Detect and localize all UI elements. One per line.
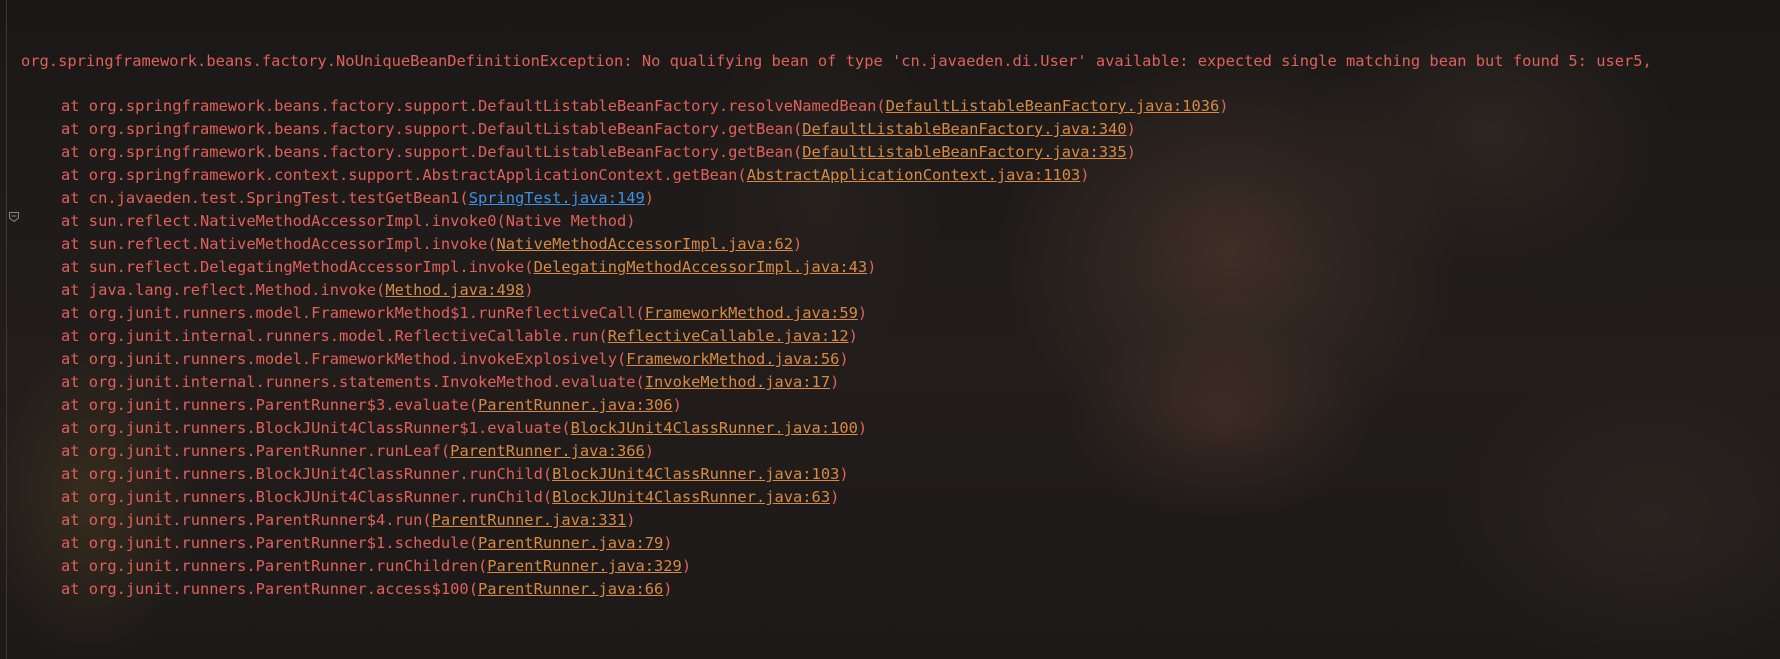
stack-frame-suffix: ) xyxy=(830,488,840,506)
source-link[interactable]: AbstractApplicationContext.java:1103 xyxy=(747,166,1081,184)
stack-frame-suffix: ) xyxy=(839,350,849,368)
stack-frame-line: at org.junit.internal.runners.statements… xyxy=(61,371,839,393)
stack-frame-line: at org.junit.runners.BlockJUnit4ClassRun… xyxy=(61,463,849,485)
stack-frame-text: at sun.reflect.NativeMethodAccessorImpl.… xyxy=(61,235,497,253)
stack-frame-suffix: ) xyxy=(524,281,534,299)
stack-frame-line: at org.junit.runners.model.FrameworkMeth… xyxy=(61,348,849,370)
stack-frame-line: at org.springframework.beans.factory.sup… xyxy=(61,141,1136,163)
stack-frame-line: at org.junit.runners.ParentRunner$1.sche… xyxy=(61,532,673,554)
source-link[interactable]: ReflectiveCallable.java:12 xyxy=(608,327,849,345)
stack-frame-suffix: ) xyxy=(644,189,655,207)
source-link[interactable]: ParentRunner.java:329 xyxy=(487,557,682,575)
exception-header: org.springframework.beans.factory.NoUniq… xyxy=(21,52,1652,70)
stack-frame-text: at org.springframework.context.support.A… xyxy=(61,166,747,184)
stack-frame-text: at org.junit.runners.ParentRunner$1.sche… xyxy=(61,534,478,552)
stack-frame-line: at org.springframework.context.support.A… xyxy=(61,164,1090,186)
stack-frame-suffix: ) xyxy=(839,465,849,483)
stack-frame-suffix: ) xyxy=(830,373,840,391)
stack-frame-text: at org.junit.runners.model.FrameworkMeth… xyxy=(61,304,645,322)
source-link[interactable]: DelegatingMethodAccessorImpl.java:43 xyxy=(534,258,868,276)
stack-frame-suffix: ) xyxy=(663,580,673,598)
stack-frame-suffix: ) xyxy=(681,557,692,575)
stack-frame-text: at org.springframework.beans.factory.sup… xyxy=(61,97,886,115)
stack-frame-text: at cn.javaeden.test.SpringTest.testGetBe… xyxy=(61,189,469,207)
stack-frame-line: at org.junit.runners.ParentRunner.runLea… xyxy=(61,440,654,462)
stack-frame-line: at org.junit.runners.ParentRunner$3.eval… xyxy=(61,394,682,416)
stack-frame-line: at org.junit.internal.runners.model.Refl… xyxy=(61,325,858,347)
source-link[interactable]: ParentRunner.java:79 xyxy=(478,534,663,552)
stack-frame-text: at org.junit.runners.BlockJUnit4ClassRun… xyxy=(61,488,553,506)
source-link[interactable]: DefaultListableBeanFactory.java:340 xyxy=(802,120,1126,138)
stack-frame-text: at org.junit.runners.ParentRunner$3.eval… xyxy=(61,396,478,414)
stack-frame-suffix: ) xyxy=(672,396,682,414)
fold-marker-icon[interactable] xyxy=(8,211,20,223)
stack-frame-text: at org.junit.internal.runners.statements… xyxy=(61,373,645,391)
source-link[interactable]: ParentRunner.java:306 xyxy=(478,396,673,414)
stack-frame-text: at org.springframework.beans.factory.sup… xyxy=(61,120,803,138)
stack-frame-text: at org.junit.runners.ParentRunner.runChi… xyxy=(61,557,488,575)
stack-frame-text: at org.junit.runners.ParentRunner.access… xyxy=(61,580,478,598)
stack-frame-suffix: ) xyxy=(867,258,877,276)
stack-frame-line: at java.lang.reflect.Method.invoke(Metho… xyxy=(61,279,534,301)
source-link[interactable]: BlockJUnit4ClassRunner.java:100 xyxy=(571,419,858,437)
stack-frame-line: at org.junit.runners.ParentRunner$4.run(… xyxy=(61,509,636,531)
stack-frame-suffix: ) xyxy=(1080,166,1090,184)
stack-frame-line: at sun.reflect.NativeMethodAccessorImpl.… xyxy=(61,210,636,232)
stack-frame-line: at org.junit.runners.BlockJUnit4ClassRun… xyxy=(61,486,839,508)
source-link[interactable]: ParentRunner.java:66 xyxy=(478,580,663,598)
stack-frame-suffix: ) xyxy=(793,235,803,253)
stack-frame-text: at org.junit.runners.model.FrameworkMeth… xyxy=(61,350,627,368)
stack-frame-text: at java.lang.reflect.Method.invoke( xyxy=(61,281,386,299)
stack-frame-suffix: ) xyxy=(626,511,636,529)
stack-frame-text: at org.junit.runners.BlockJUnit4ClassRun… xyxy=(61,465,553,483)
console-output-panel[interactable]: org.springframework.beans.factory.NoUniq… xyxy=(0,0,1780,659)
stack-frame-text: at org.junit.runners.ParentRunner.runLea… xyxy=(61,442,451,460)
stack-frame-suffix: ) xyxy=(1126,120,1136,138)
source-link[interactable]: DefaultListableBeanFactory.java:1036 xyxy=(886,97,1220,115)
stack-frame-line: at cn.javaeden.test.SpringTest.testGetBe… xyxy=(61,187,654,209)
stack-frame-line: at sun.reflect.DelegatingMethodAccessorI… xyxy=(61,256,876,278)
source-link[interactable]: BlockJUnit4ClassRunner.java:63 xyxy=(552,488,830,506)
stack-frame-suffix: ) xyxy=(663,534,673,552)
gutter-divider xyxy=(6,0,7,659)
stack-frame-suffix: ) xyxy=(857,304,868,322)
stack-frame-text: at org.junit.internal.runners.model.Refl… xyxy=(61,327,608,345)
source-link[interactable]: InvokeMethod.java:17 xyxy=(645,373,830,391)
stack-frame-text: at org.junit.runners.ParentRunner$4.run( xyxy=(61,511,432,529)
stack-frame-line: at org.springframework.beans.factory.sup… xyxy=(61,118,1136,140)
source-link[interactable]: FrameworkMethod.java:59 xyxy=(645,304,858,322)
stack-frame-text: at sun.reflect.DelegatingMethodAccessorI… xyxy=(61,258,534,276)
source-link[interactable]: Method.java:498 xyxy=(385,281,524,299)
source-link[interactable]: FrameworkMethod.java:56 xyxy=(626,350,839,368)
source-link[interactable]: BlockJUnit4ClassRunner.java:103 xyxy=(552,465,839,483)
stack-frame-text: at sun.reflect.NativeMethodAccessorImpl.… xyxy=(61,212,636,230)
stack-frame-line: at org.junit.runners.model.FrameworkMeth… xyxy=(61,302,867,324)
source-link[interactable]: ParentRunner.java:331 xyxy=(432,511,627,529)
stack-frame-suffix: ) xyxy=(1126,143,1136,161)
source-link[interactable]: SpringTest.java:149 xyxy=(469,189,645,207)
stack-frame-suffix: ) xyxy=(644,442,655,460)
stack-frame-suffix: ) xyxy=(857,419,868,437)
source-link[interactable]: NativeMethodAccessorImpl.java:62 xyxy=(497,235,794,253)
stack-frame-line: at org.junit.runners.BlockJUnit4ClassRun… xyxy=(61,417,867,439)
stack-frame-line: at sun.reflect.NativeMethodAccessorImpl.… xyxy=(61,233,802,255)
stack-frame-text: at org.springframework.beans.factory.sup… xyxy=(61,143,803,161)
stack-frame-suffix: ) xyxy=(1219,97,1229,115)
stack-frame-text: at org.junit.runners.BlockJUnit4ClassRun… xyxy=(61,419,571,437)
source-link[interactable]: ParentRunner.java:366 xyxy=(450,442,645,460)
stack-frame-suffix: ) xyxy=(848,327,858,345)
stack-frame-line: at org.junit.runners.ParentRunner.runChi… xyxy=(61,555,691,577)
source-link[interactable]: DefaultListableBeanFactory.java:335 xyxy=(802,143,1126,161)
stack-frame-line: at org.springframework.beans.factory.sup… xyxy=(61,95,1229,117)
stack-frame-line: at org.junit.runners.ParentRunner.access… xyxy=(61,578,673,600)
